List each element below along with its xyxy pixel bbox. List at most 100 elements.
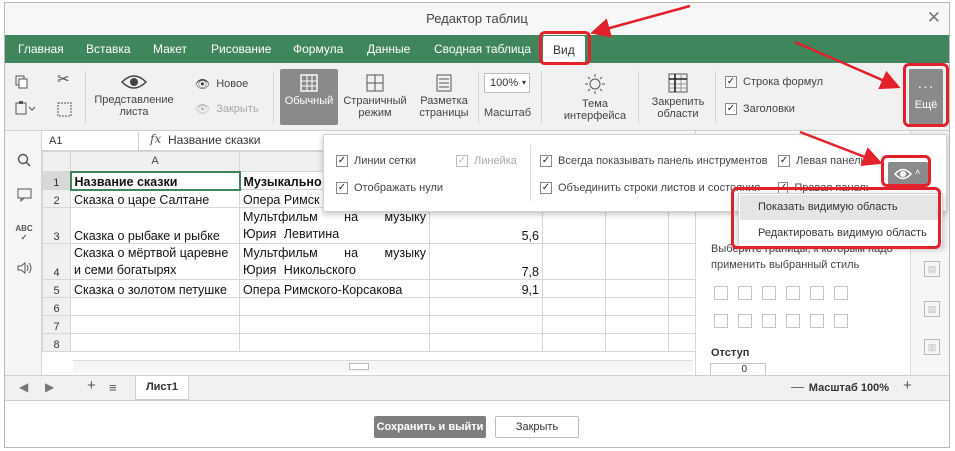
normal-view-button[interactable]: Обычный xyxy=(280,69,338,125)
table-cell[interactable] xyxy=(239,333,430,352)
table-cell[interactable] xyxy=(668,279,699,298)
table-cell[interactable] xyxy=(605,207,669,244)
border-diag-down-icon[interactable] xyxy=(834,286,848,300)
table-cell[interactable]: Сказка о рыбаке и рыбке xyxy=(70,207,240,244)
table-cell[interactable] xyxy=(605,333,669,352)
tab-home[interactable]: Главная xyxy=(18,35,64,63)
tab-formula[interactable]: Формула xyxy=(293,35,343,63)
page-break-view-button[interactable]: Страничный режим xyxy=(341,74,409,119)
table-cell[interactable]: Сказка о царе Салтане xyxy=(70,189,240,208)
table-cell[interactable] xyxy=(542,243,606,280)
combine-bars-toggle[interactable]: ✓ Объединить строки листов и состояния xyxy=(540,182,768,194)
table-cell[interactable]: Мультфильм на музыку Юрия Левитина xyxy=(239,207,430,244)
always-toolbar-toggle[interactable]: ✓ Всегда показывать панель инструментов xyxy=(540,155,767,167)
bar-chart-icon[interactable]: ▥ xyxy=(924,339,940,355)
menu-item-show-visible-area[interactable]: Показать видимую область xyxy=(740,195,941,220)
sheet-list-icon[interactable]: ≡ xyxy=(109,380,117,395)
chart-icon[interactable]: ▤ xyxy=(924,261,940,277)
more-button[interactable]: ··· Ещё xyxy=(909,69,943,125)
spellcheck-icon[interactable]: ABC ✓ xyxy=(15,224,33,242)
table-cell[interactable]: Мультфильм на музыку Юрия Никольского xyxy=(239,243,430,280)
sheet-view-button[interactable]: Представление листа xyxy=(93,73,175,118)
cut-icon[interactable]: ✂ xyxy=(57,72,70,87)
table-cell[interactable] xyxy=(542,297,606,316)
row-header[interactable]: 3 xyxy=(42,207,71,244)
row-header[interactable]: 4 xyxy=(42,243,71,280)
scrollbar-thumb[interactable] xyxy=(349,363,369,370)
table-cell[interactable]: 7,8 xyxy=(429,243,543,280)
comment-icon[interactable] xyxy=(15,188,33,206)
table-cell[interactable] xyxy=(668,333,699,352)
close-view-button[interactable]: 👁 Закрыть xyxy=(195,103,259,115)
zoom-select[interactable]: 100% ▾ xyxy=(484,73,530,93)
ruler-toggle[interactable]: ✓ Линейка xyxy=(456,155,517,167)
border-box-icon[interactable] xyxy=(786,286,800,300)
row-header[interactable]: 6 xyxy=(42,297,71,316)
table-cell[interactable] xyxy=(239,297,430,316)
select-all-icon[interactable] xyxy=(57,102,72,120)
table-cell[interactable] xyxy=(668,207,699,244)
left-panel-toggle[interactable]: ✓ Левая панель xyxy=(778,155,868,167)
table-cell[interactable]: 5,6 xyxy=(429,207,543,244)
tab-pivot[interactable]: Сводная таблица xyxy=(434,35,531,63)
speaker-icon[interactable] xyxy=(15,261,33,279)
tab-data[interactable]: Данные xyxy=(367,35,410,63)
new-view-button[interactable]: 👁 Новое xyxy=(195,77,248,91)
add-sheet-icon[interactable]: + xyxy=(87,377,96,394)
column-header-a[interactable]: A xyxy=(70,151,240,172)
freeze-panes-button[interactable]: Закрепить области xyxy=(645,73,711,120)
table-cell[interactable] xyxy=(542,333,606,352)
table-cell[interactable] xyxy=(605,243,669,280)
table-cell[interactable] xyxy=(70,333,240,352)
table-cell[interactable]: Сказка о золотом петушке xyxy=(70,279,240,298)
menu-item-edit-visible-area[interactable]: Редактировать видимую область xyxy=(740,221,941,246)
theme-button[interactable]: Тема интерфейса xyxy=(560,73,630,122)
row-header[interactable]: 5 xyxy=(42,279,71,298)
paste-icon[interactable] xyxy=(15,101,36,118)
table-cell[interactable] xyxy=(70,315,240,334)
zoom-in-icon[interactable]: + xyxy=(903,377,912,394)
row-header[interactable]: 7 xyxy=(42,315,71,334)
table-cell[interactable] xyxy=(605,297,669,316)
table-cell[interactable] xyxy=(542,315,606,334)
next-sheet-icon[interactable]: ▶ xyxy=(45,380,54,394)
visible-area-dropdown[interactable]: ˄ xyxy=(888,162,928,186)
row-header[interactable]: 2 xyxy=(42,189,71,208)
table-cell[interactable] xyxy=(605,279,669,298)
headings-toggle[interactable]: ✓ Заголовки xyxy=(725,103,795,115)
border-bottom-icon[interactable] xyxy=(834,314,848,328)
border-vcenter-icon[interactable] xyxy=(738,314,752,328)
show-zeros-toggle[interactable]: ✓ Отображать нули xyxy=(336,182,443,194)
border-hcenter-icon[interactable] xyxy=(810,314,824,328)
table-cell[interactable] xyxy=(429,333,543,352)
table-cell[interactable] xyxy=(239,315,430,334)
tab-view[interactable]: Вид xyxy=(543,36,585,63)
close-button[interactable]: Закрыть xyxy=(495,416,579,438)
formula-bar-toggle[interactable]: ✓ Строка формул xyxy=(725,76,823,88)
border-right-icon[interactable] xyxy=(762,314,776,328)
prev-sheet-icon[interactable]: ◀ xyxy=(19,380,28,394)
border-top-icon[interactable] xyxy=(786,314,800,328)
search-icon[interactable] xyxy=(15,153,33,171)
border-outer-icon[interactable] xyxy=(714,286,728,300)
save-and-exit-button[interactable]: Сохранить и выйти xyxy=(374,416,486,438)
table-cell[interactable] xyxy=(542,207,606,244)
table-cell[interactable] xyxy=(429,315,543,334)
table-cell[interactable] xyxy=(429,297,543,316)
close-icon[interactable]: ✕ xyxy=(927,9,941,27)
table-cell[interactable] xyxy=(605,315,669,334)
tab-insert[interactable]: Вставка xyxy=(86,35,131,63)
image-icon[interactable]: ▨ xyxy=(924,301,940,317)
page-layout-button[interactable]: Разметка страницы xyxy=(413,74,475,119)
cell-reference-box[interactable]: A1 xyxy=(44,132,139,150)
table-cell[interactable]: Опера Римского-Корсакова xyxy=(239,279,430,298)
gridlines-toggle[interactable]: ✓ Линии сетки xyxy=(336,155,416,167)
sheet-tab[interactable]: Лист1 xyxy=(135,376,189,400)
border-diag-up-icon[interactable] xyxy=(810,286,824,300)
table-cell[interactable] xyxy=(668,243,699,280)
table-cell[interactable] xyxy=(70,297,240,316)
function-icon[interactable]: fx xyxy=(150,132,161,146)
table-cell[interactable]: 9,1 xyxy=(429,279,543,298)
row-header[interactable]: 8 xyxy=(42,333,71,352)
horizontal-scrollbar[interactable] xyxy=(73,360,693,372)
